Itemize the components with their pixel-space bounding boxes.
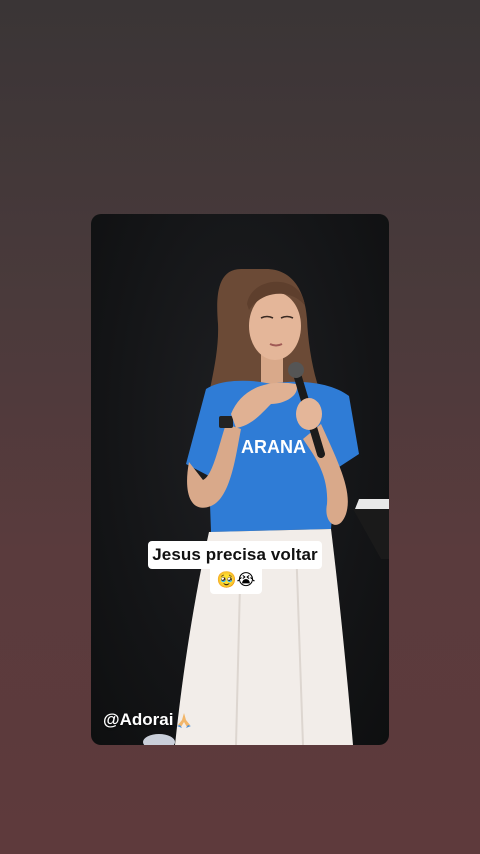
speaker-photo: ARANA: [143, 269, 359, 745]
caption-emojis: 🥹😭: [210, 568, 262, 594]
praying-hands-icon: [177, 713, 192, 728]
story-caption: Jesus precisa voltar: [148, 541, 322, 569]
story-frame: ARANA Jesus precisa voltar 🥹😭 @Adorai: [91, 214, 389, 745]
handle-text: @Adorai: [103, 710, 174, 729]
lectern: [353, 499, 389, 559]
account-handle[interactable]: @Adorai: [103, 710, 193, 730]
shirt-print: ARANA: [241, 437, 306, 457]
